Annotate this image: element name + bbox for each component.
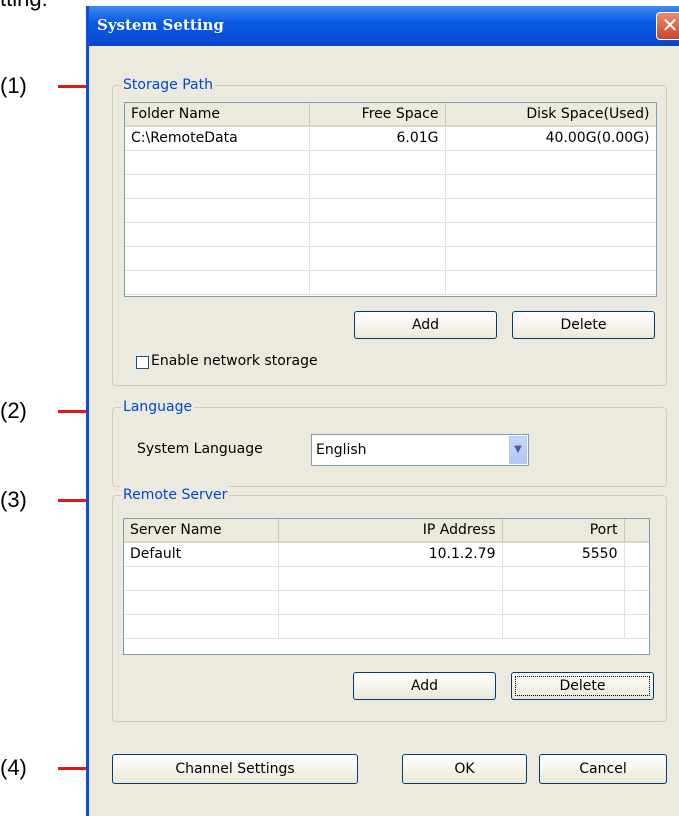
empty-row bbox=[125, 150, 656, 175]
column-header-disk-space[interactable]: Disk Space(Used) bbox=[445, 103, 656, 127]
empty-row bbox=[124, 614, 649, 639]
channel-settings-button[interactable]: Channel Settings bbox=[112, 754, 358, 784]
empty-row bbox=[125, 174, 656, 199]
chevron-down-icon[interactable]: ▼ bbox=[509, 436, 527, 464]
table-row[interactable]: C:\RemoteData 6.01G 40.00G(0.00G) bbox=[125, 126, 656, 151]
table-row[interactable]: Default 10.1.2.79 5550 bbox=[124, 542, 649, 567]
callout-2-label: (2) bbox=[0, 398, 27, 423]
empty-row bbox=[125, 222, 656, 247]
storage-header-row: Folder Name Free Space Disk Space(Used) bbox=[125, 103, 656, 127]
remote-add-button[interactable]: Add bbox=[353, 672, 496, 700]
system-language-value: English bbox=[316, 442, 367, 458]
empty-row bbox=[125, 270, 656, 295]
folder-name-cell: C:\RemoteData bbox=[125, 126, 310, 151]
empty-row bbox=[125, 246, 656, 271]
storage-path-table: Folder Name Free Space Disk Space(Used) … bbox=[125, 103, 656, 295]
column-header-ip-address[interactable]: IP Address bbox=[278, 519, 503, 543]
remote-server-list[interactable]: Server Name IP Address Port Default 10.1… bbox=[123, 518, 650, 655]
empty-row bbox=[124, 590, 649, 615]
remote-server-table: Server Name IP Address Port Default 10.1… bbox=[124, 519, 649, 639]
ok-button[interactable]: OK bbox=[402, 754, 527, 784]
remote-header-row: Server Name IP Address Port bbox=[124, 519, 649, 543]
column-header-filler bbox=[624, 519, 649, 543]
title-bar[interactable]: System Setting ✕ bbox=[89, 6, 679, 46]
close-button[interactable]: ✕ bbox=[656, 12, 679, 40]
storage-path-list[interactable]: Folder Name Free Space Disk Space(Used) … bbox=[124, 102, 657, 297]
ip-address-cell: 10.1.2.79 bbox=[278, 542, 503, 567]
empty-row bbox=[124, 566, 649, 591]
callout-1-label: (1) bbox=[0, 73, 27, 98]
column-header-free-space[interactable]: Free Space bbox=[309, 103, 446, 127]
focus-ring bbox=[515, 676, 650, 696]
cancel-button[interactable]: Cancel bbox=[539, 754, 667, 784]
system-setting-dialog: System Setting ✕ Storage Path Folder Nam… bbox=[86, 6, 679, 816]
storage-path-group: Storage Path Folder Name Free Space Disk… bbox=[112, 76, 667, 386]
server-name-cell: Default bbox=[124, 542, 279, 567]
enable-network-storage-label[interactable]: Enable network storage bbox=[151, 353, 318, 369]
dialog-title: System Setting bbox=[97, 16, 224, 34]
storage-path-legend: Storage Path bbox=[121, 76, 215, 94]
system-language-select[interactable]: English ▼ bbox=[311, 434, 529, 466]
disk-space-cell: 40.00G(0.00G) bbox=[445, 126, 656, 151]
callout-4-label: (4) bbox=[0, 755, 27, 780]
column-header-folder-name[interactable]: Folder Name bbox=[125, 103, 310, 127]
close-icon: ✕ bbox=[661, 13, 679, 37]
enable-network-storage-checkbox[interactable] bbox=[136, 356, 149, 369]
remote-server-legend: Remote Server bbox=[121, 486, 230, 504]
callout-3-label: (3) bbox=[0, 487, 27, 512]
remote-server-group: Remote Server Server Name IP Address Por… bbox=[112, 486, 667, 722]
empty-row bbox=[125, 198, 656, 223]
storage-delete-button[interactable]: Delete bbox=[512, 311, 655, 339]
system-language-label: System Language bbox=[137, 441, 263, 457]
storage-add-button[interactable]: Add bbox=[354, 311, 497, 339]
column-header-server-name[interactable]: Server Name bbox=[124, 519, 279, 543]
column-header-port[interactable]: Port bbox=[502, 519, 625, 543]
free-space-cell: 6.01G bbox=[309, 126, 446, 151]
language-group: Language System Language English ▼ bbox=[112, 398, 667, 487]
language-legend: Language bbox=[121, 398, 195, 416]
page-text-fragment: tting: bbox=[0, 0, 48, 12]
port-cell: 5550 bbox=[502, 542, 625, 567]
remote-delete-button[interactable]: Delete bbox=[511, 672, 654, 700]
